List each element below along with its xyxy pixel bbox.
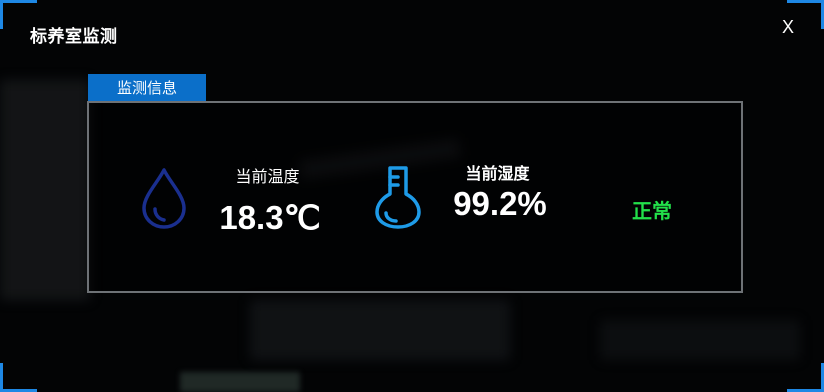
temperature-label: 当前温度	[235, 167, 300, 186]
temperature-value: 18.3℃	[219, 199, 321, 236]
background-blur	[180, 372, 300, 392]
humidity-label: 当前湿度	[465, 164, 530, 183]
close-button[interactable]: X	[782, 17, 794, 38]
status-badge: 正常	[632, 199, 672, 223]
monitoring-dialog: 标养室监测 X 监测信息 当前温度 18.3℃ 当前湿度 99.2% 正常	[0, 0, 824, 392]
dialog-title: 标养室监测	[30, 27, 118, 47]
corner-bracket	[787, 363, 824, 392]
corner-bracket	[0, 363, 37, 392]
water-drop-icon	[142, 168, 186, 229]
background-blur	[0, 80, 90, 300]
thermometer-icon	[375, 166, 421, 229]
background-blur	[600, 320, 800, 360]
background-blur	[250, 300, 510, 360]
tab-monitoring-info: 监测信息	[88, 74, 206, 102]
humidity-value: 99.2%	[453, 185, 547, 222]
